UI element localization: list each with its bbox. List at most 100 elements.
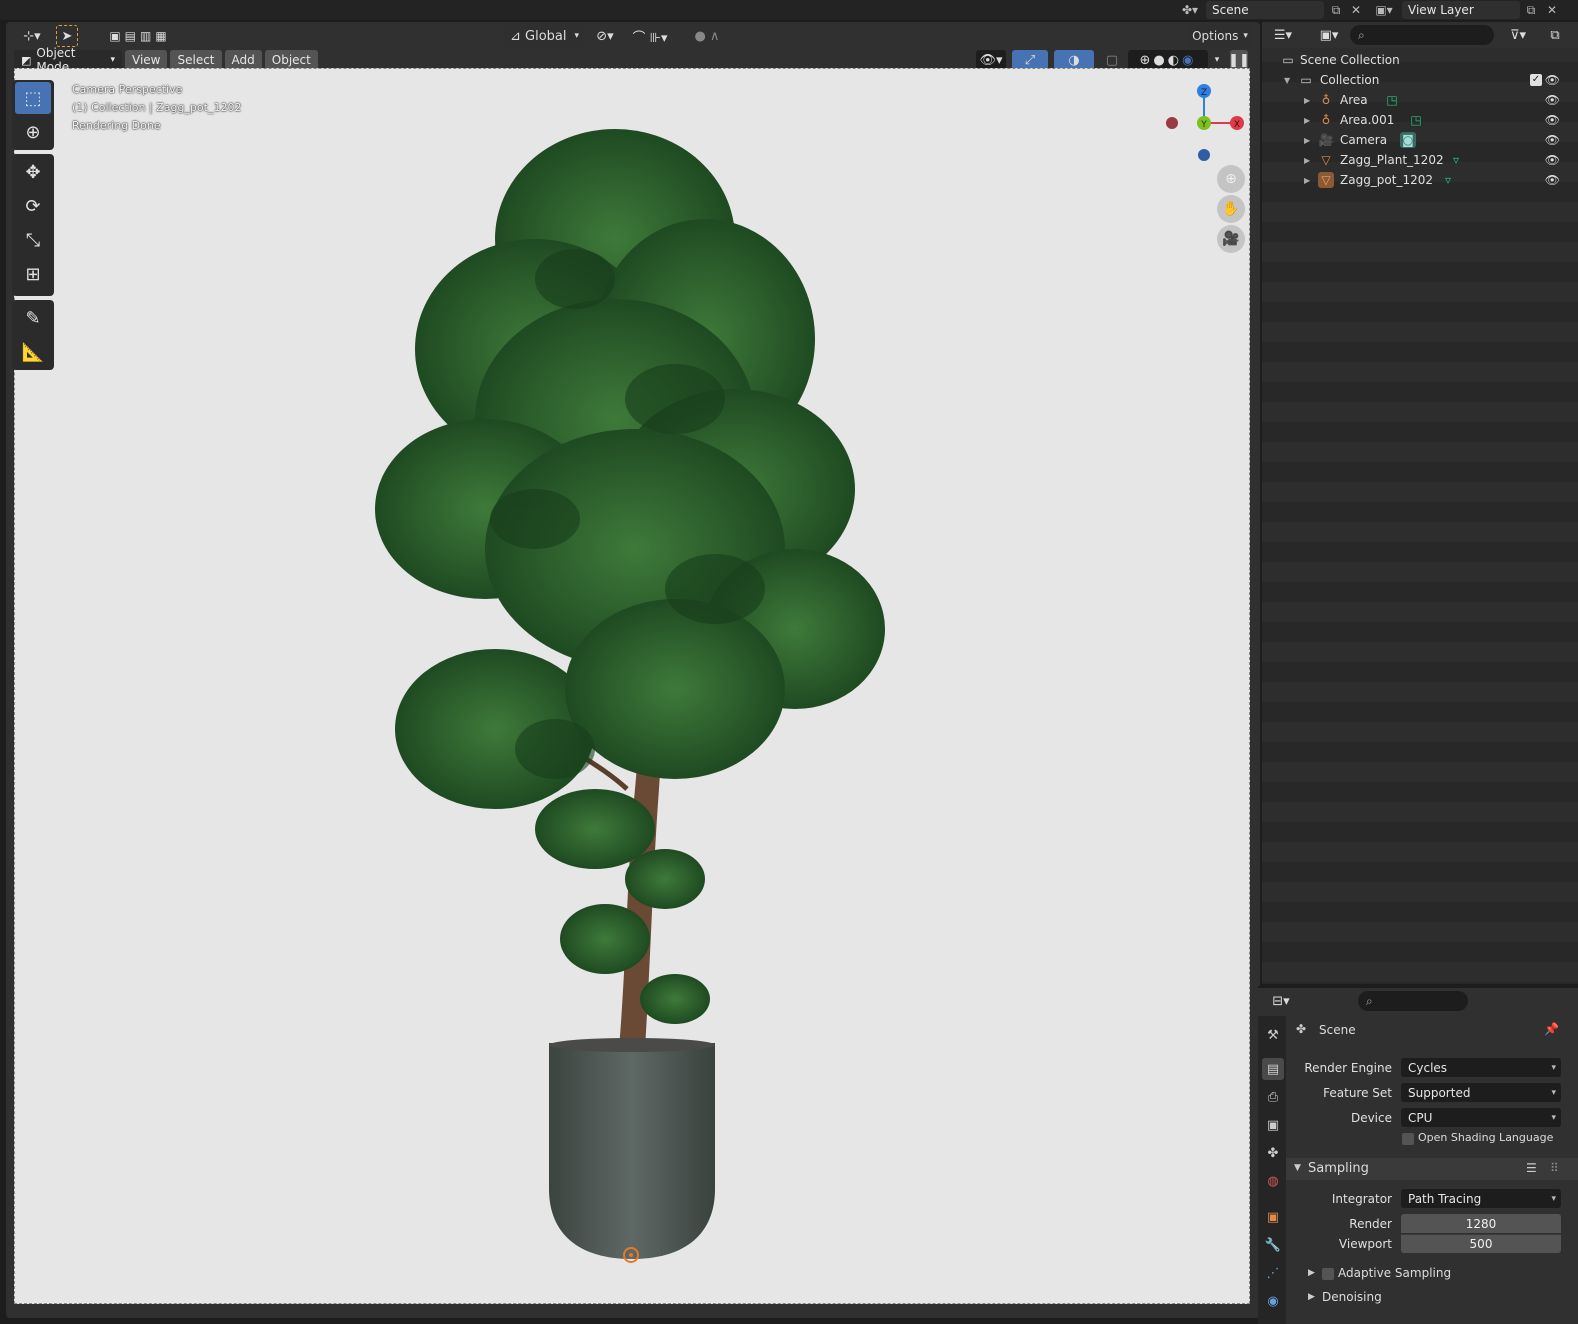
outliner-search-input[interactable]: ⌕	[1350, 25, 1494, 45]
outliner-editor-type-icon[interactable]: ☰▾	[1268, 24, 1298, 46]
transform-orientation-dropdown[interactable]: ⊿ Global ▾	[504, 25, 584, 47]
tool-tab-icon[interactable]: ⚒	[1262, 1024, 1284, 1046]
add-menu[interactable]: Add	[224, 50, 262, 70]
expand-down-icon[interactable]: ▼	[1284, 76, 1290, 85]
display-mode-icon[interactable]: ▣▾	[1314, 24, 1344, 46]
viewport-samples-field[interactable]: 500	[1401, 1234, 1561, 1253]
cursor-tool-icon[interactable]: ⊕	[15, 116, 51, 148]
move-tool-icon[interactable]: ✥	[15, 156, 51, 188]
drag-handle-icon[interactable]: ⠿	[1550, 1161, 1559, 1175]
view-layer-selector-icon[interactable]: ▣▾	[1374, 1, 1394, 19]
visibility-icon[interactable]: 👁▾	[976, 50, 1006, 70]
sampling-title: Sampling	[1308, 1161, 1369, 1176]
osl-checkbox[interactable]	[1402, 1133, 1414, 1145]
orientation-label: Global	[525, 28, 567, 44]
annotate-tool-icon[interactable]: ✎	[15, 302, 51, 334]
expand-right-icon[interactable]: ▶	[1304, 156, 1310, 165]
eye-icon[interactable]: 👁	[1545, 153, 1560, 167]
pin-icon[interactable]: 📌	[1544, 1022, 1559, 1036]
particles-tab-icon[interactable]: ⋰	[1262, 1262, 1284, 1284]
scene-tab-icon[interactable]: ✤	[1262, 1142, 1284, 1164]
scene-selector-icon[interactable]: ✤▾	[1180, 1, 1200, 19]
object-tab-icon[interactable]: ▣	[1262, 1206, 1284, 1228]
overlays-toggle-icon[interactable]: ◑	[1054, 50, 1094, 70]
filter-icon[interactable]: ⊽▾	[1502, 24, 1534, 46]
outliner-row-scene-collection[interactable]: ▭ Scene Collection	[1262, 50, 1578, 70]
eye-icon[interactable]: 👁	[1545, 133, 1560, 147]
view-layer-tab-icon[interactable]: ▣	[1262, 1114, 1284, 1136]
properties-editor-type-icon[interactable]: ⊟▾	[1266, 990, 1296, 1012]
shading-mode-icons[interactable]: ⊕●◐ ◉	[1128, 50, 1208, 70]
expand-right-icon[interactable]: ▶	[1304, 136, 1310, 145]
view-menu[interactable]: View	[125, 50, 168, 70]
outliner-row-area-001[interactable]: ▶ ♁ Area.001 ◳ 👁	[1262, 110, 1578, 130]
exclude-checkbox[interactable]: ✓	[1530, 74, 1542, 86]
pivot-point-icon[interactable]: ⊘▾	[590, 25, 620, 47]
editor-type-icon[interactable]: ⊹▾	[16, 25, 48, 47]
expand-right-icon[interactable]: ▶	[1308, 1292, 1315, 1302]
shading-options-icon[interactable]: ▾	[1210, 50, 1224, 70]
gizmo-toggle-icon[interactable]: ⤢	[1012, 50, 1048, 70]
outliner-row-collection[interactable]: ▼ ▭ Collection ✓ 👁	[1262, 70, 1578, 90]
measure-tool-icon[interactable]: 📐	[15, 336, 51, 368]
outliner-row-zagg-plant[interactable]: ▶ ▽ Zagg_Plant_1202 ▿ 👁	[1262, 150, 1578, 170]
osl-label: Open Shading Language	[1418, 1131, 1554, 1144]
render-canvas[interactable]	[14, 68, 1250, 1304]
outliner-row-area[interactable]: ▶ ♁ Area ◳ 👁	[1262, 90, 1578, 110]
render-tab-icon[interactable]: ▤	[1262, 1058, 1284, 1080]
viewport-overlay-collection: (1) Collection | Zagg_pot_1202	[72, 101, 242, 114]
modifier-tab-icon[interactable]: 🔧	[1262, 1234, 1284, 1256]
physics-tab-icon[interactable]: ◉	[1262, 1290, 1284, 1312]
snapping-icon[interactable]: ⌒ ⊪▾	[624, 25, 676, 47]
light-icon: ♁	[1321, 93, 1331, 107]
selection-mode-icons[interactable]: ▣▤▥▦	[92, 25, 188, 47]
delete-view-layer-icon[interactable]: ✕	[1542, 1, 1562, 19]
camera-object-icon: 🎥	[1318, 133, 1334, 147]
object-menu[interactable]: Object	[264, 50, 318, 70]
render-samples-field[interactable]: 1280	[1401, 1214, 1561, 1233]
options-dropdown[interactable]: Options ▾	[1188, 25, 1252, 47]
expand-right-icon[interactable]: ▶	[1304, 176, 1310, 185]
select-tool-icon[interactable]: ➤	[56, 25, 78, 47]
new-collection-icon[interactable]: ⧉	[1544, 24, 1566, 46]
adaptive-sampling-checkbox[interactable]	[1322, 1268, 1334, 1280]
expand-right-icon[interactable]: ▶	[1308, 1268, 1315, 1278]
world-tab-icon[interactable]: ◍	[1262, 1170, 1284, 1192]
transform-tool-icon[interactable]: ⊞	[15, 258, 51, 290]
eye-icon[interactable]: 👁	[1545, 173, 1560, 187]
output-tab-icon[interactable]: ⎙	[1262, 1086, 1284, 1108]
device-dropdown[interactable]: CPU ▾	[1401, 1108, 1561, 1127]
eye-icon[interactable]: 👁	[1545, 113, 1560, 127]
outliner-row-camera[interactable]: ▶ 🎥 Camera ◙ 👁	[1262, 130, 1578, 150]
zoom-icon[interactable]: ⊕	[1217, 165, 1245, 193]
select-menu[interactable]: Select	[170, 50, 222, 70]
collapse-down-icon[interactable]: ▼	[1294, 1163, 1301, 1173]
delete-scene-icon[interactable]: ✕	[1346, 1, 1366, 19]
scale-tool-icon[interactable]: ⤡	[15, 224, 51, 256]
properties-search-input[interactable]: ⌕	[1358, 991, 1468, 1011]
eye-icon[interactable]: 👁	[1545, 73, 1560, 87]
new-view-layer-icon[interactable]: ⧉	[1521, 1, 1541, 19]
scene-name-field[interactable]: Scene	[1206, 1, 1324, 19]
device-value: CPU	[1408, 1110, 1433, 1125]
expand-right-icon[interactable]: ▶	[1304, 96, 1310, 105]
feature-set-dropdown[interactable]: Supported ▾	[1401, 1083, 1561, 1102]
integrator-dropdown[interactable]: Path Tracing ▾	[1401, 1189, 1561, 1208]
chevron-down-icon: ▾	[1551, 1112, 1556, 1123]
pause-render-icon[interactable]: ❚❚	[1228, 50, 1250, 70]
render-engine-dropdown[interactable]: Cycles ▾	[1401, 1058, 1561, 1077]
camera-view-icon[interactable]: 🎥	[1217, 225, 1245, 253]
presets-list-icon[interactable]: ☰	[1526, 1161, 1537, 1175]
proportional-editing-icon[interactable]: ● ∧	[684, 25, 730, 47]
pan-hand-icon[interactable]: ✋	[1217, 195, 1245, 223]
xray-icon[interactable]: ▢	[1102, 50, 1122, 70]
object-mode-dropdown[interactable]: ◩ Object Mode ▾	[14, 46, 122, 74]
outliner-row-zagg-pot[interactable]: ▶ ▽ Zagg_pot_1202 ▿ 👁	[1262, 170, 1578, 190]
eye-icon[interactable]: 👁	[1545, 93, 1560, 107]
expand-right-icon[interactable]: ▶	[1304, 116, 1310, 125]
new-scene-icon[interactable]: ⧉	[1326, 1, 1346, 19]
select-box-tool-icon[interactable]: ⬚	[15, 82, 51, 114]
rotate-tool-icon[interactable]: ⟳	[15, 190, 51, 222]
navigation-gizmo[interactable]: Z Y X	[1160, 80, 1250, 170]
view-layer-name-field[interactable]: View Layer	[1402, 1, 1520, 19]
